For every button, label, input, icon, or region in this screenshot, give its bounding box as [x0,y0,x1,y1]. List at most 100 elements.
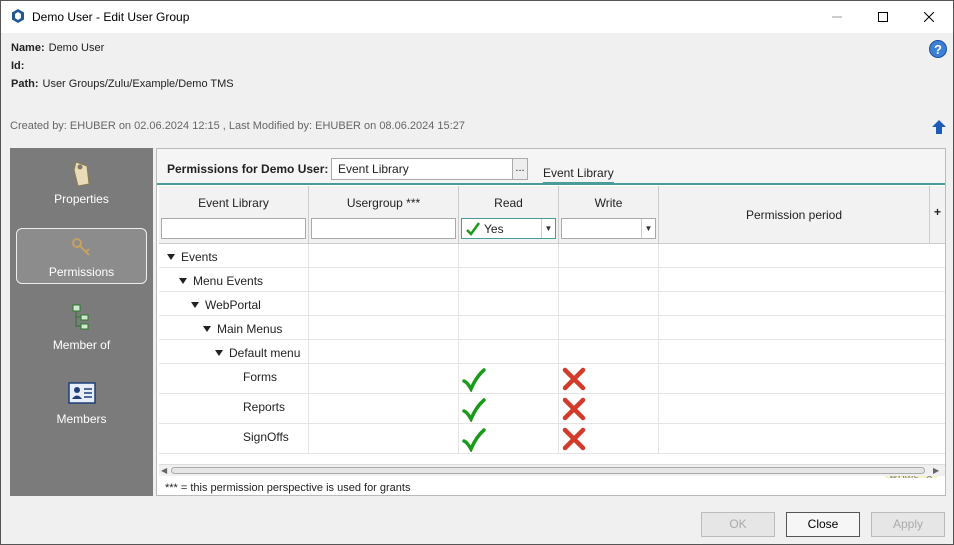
tree-node[interactable]: Events [167,250,218,264]
column-divider [658,340,659,363]
id-row: Id: [11,60,28,72]
tree-node[interactable]: Main Menus [203,322,282,336]
tree-node-label: Menu Events [193,274,264,288]
tree-node[interactable]: SignOffs [243,430,289,444]
expand-triangle-icon[interactable] [203,326,211,332]
minimize-button[interactable] [814,1,860,33]
permissions-panel: Permissions for Demo User: Event Library… [156,148,946,496]
table-row[interactable]: Menu Events [159,268,945,292]
column-divider [558,268,559,291]
tree-node[interactable]: Default menu [215,346,300,360]
expand-triangle-icon[interactable] [191,302,199,308]
browse-library-button[interactable]: ... [512,158,528,180]
expand-triangle-icon[interactable] [167,254,175,260]
filter-read-select[interactable]: Yes ▼ [461,218,556,239]
name-row: Name: Demo User [11,42,104,54]
filter-write-select[interactable]: ▼ [561,218,656,239]
tree-node-label: Forms [243,370,277,384]
tree-node[interactable]: Forms [243,370,277,384]
write-denied-cross-icon[interactable] [562,367,586,391]
tree-node[interactable]: Menu Events [179,274,263,288]
help-icon[interactable]: ? [929,40,947,58]
column-divider [458,394,459,423]
permissions-toolbar: Permissions for Demo User: Event Library… [157,149,945,185]
column-divider [558,364,559,393]
column-header-read[interactable]: Read Yes ▼ [459,186,559,244]
tab-event-library[interactable]: Event Library [543,166,614,185]
read-granted-check-icon[interactable] [462,428,486,452]
write-denied-cross-icon[interactable] [562,397,586,421]
filter-usergroup-input[interactable] [311,218,456,239]
column-divider [458,340,459,363]
sidebar: Properties Permissions Member of Members [10,148,153,496]
column-divider [308,268,309,291]
grant-footnote: *** = this permission perspective is use… [165,482,411,494]
table-row[interactable]: WebPortal [159,292,945,316]
sidebar-item-member-of[interactable]: Member of [16,300,147,356]
sidebar-item-permissions[interactable]: Permissions [16,228,147,284]
tree-node-label: Reports [243,400,286,414]
sidebar-item-members[interactable]: Members [16,374,147,430]
table-row[interactable]: Forms [159,364,945,394]
filter-read-value: Yes [484,222,504,236]
filter-event-library-input[interactable] [161,218,306,239]
close-window-button[interactable] [906,1,952,33]
sidebar-item-label: Members [56,412,107,426]
scroll-left-icon[interactable]: ◀ [161,465,167,477]
hierarchy-icon [72,304,88,330]
column-divider [658,424,659,453]
column-divider [458,424,459,453]
name-label: Name: [11,42,45,54]
column-divider [458,292,459,315]
chevron-down-icon: ▼ [541,219,555,238]
apply-button[interactable]: Apply [871,512,945,537]
expand-triangle-icon[interactable] [215,350,223,356]
read-granted-check-icon[interactable] [462,398,486,422]
tree-node[interactable]: Reports [243,400,285,414]
column-header-event-library[interactable]: Event Library [159,186,309,244]
maximize-button[interactable] [860,1,906,33]
column-header-permission-period[interactable]: Permission period [659,186,930,244]
library-selector[interactable]: Event Library [331,158,513,180]
close-button[interactable]: Close [786,512,860,537]
column-title: Read [494,196,523,210]
table-row[interactable]: SignOffs [159,424,945,454]
table-row[interactable]: Reports [159,394,945,424]
column-divider [308,340,309,363]
tree-node-label: WebPortal [205,298,261,312]
audit-info: Created by: EHUBER on 02.06.2024 12:15 ,… [10,120,465,132]
column-divider [558,340,559,363]
title-bar: Demo User - Edit User Group [1,1,953,33]
column-title: Usergroup *** [346,196,421,210]
column-title: Permission period [745,208,843,222]
write-denied-cross-icon[interactable] [562,427,586,451]
minimize-icon [832,16,842,18]
tree-node[interactable]: WebPortal [191,298,261,312]
tree-node-label: Events [181,250,218,264]
path-row: Path: User Groups/Zulu/Example/Demo TMS [11,78,234,90]
key-icon [71,238,90,256]
close-icon [924,12,934,22]
horizontal-scrollbar[interactable]: ◀ ▶ [159,464,945,476]
column-divider [458,244,459,267]
maximize-icon [878,12,888,22]
column-divider [458,364,459,393]
read-granted-check-icon[interactable] [462,368,486,392]
column-header-usergroup[interactable]: Usergroup *** [309,186,459,244]
add-column-button[interactable]: + [930,186,945,244]
name-value: Demo User [48,42,105,54]
ok-button[interactable]: OK [701,512,775,537]
sidebar-item-label: Member of [52,338,111,352]
column-divider [658,268,659,291]
path-label: Path: [11,78,39,90]
scrollbar-thumb[interactable] [171,467,925,474]
table-row[interactable]: Default menu [159,340,945,364]
arrow-up-icon[interactable] [931,119,947,135]
column-header-write[interactable]: Write ▼ [559,186,659,244]
permissions-label: Permissions for Demo User: [167,162,329,176]
table-row[interactable]: Events [159,244,945,268]
table-row[interactable]: Main Menus [159,316,945,340]
scroll-right-icon[interactable]: ▶ [933,465,939,477]
sidebar-item-properties[interactable]: Properties [16,154,147,210]
expand-triangle-icon[interactable] [179,278,187,284]
